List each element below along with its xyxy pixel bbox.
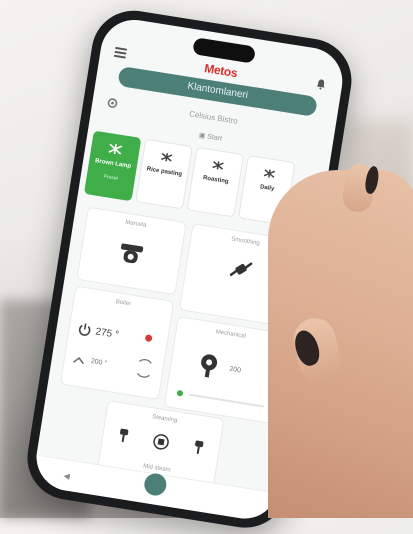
steam-nozzle-icon[interactable] (116, 427, 130, 445)
mode-sub: Preset (103, 173, 119, 182)
plug-icon (229, 262, 253, 277)
hand (268, 170, 413, 518)
mode-label: Daily (259, 184, 275, 193)
mode-label: Rice pasting (146, 166, 183, 178)
mode-sub (191, 187, 236, 194)
camera-label: Start (206, 133, 223, 143)
progress-track (188, 393, 265, 408)
pressure-gauge-icon (201, 354, 218, 378)
fan-icon (263, 169, 276, 178)
camera-icon (121, 243, 144, 264)
power-icon (78, 323, 91, 336)
tile-title: Marcela (124, 219, 147, 229)
stop-button-icon[interactable] (152, 433, 170, 451)
chevron-up-icon (73, 356, 84, 365)
boiler-target-temperature: 200 ° (90, 357, 108, 368)
tile-title: Boiler (115, 299, 132, 308)
status-indicator (176, 389, 184, 397)
mechanical-value: 200 (228, 365, 242, 375)
mode-card-roasting[interactable]: Roasting (186, 146, 245, 218)
mode-label: Roasting (202, 175, 229, 186)
mode-card-rice-pasting[interactable]: Rice pasting (135, 138, 193, 210)
refresh-icon (136, 359, 152, 378)
mode-label: Brown Lamp (94, 158, 132, 170)
fan-icon (212, 161, 224, 170)
mode-sub (140, 179, 185, 186)
bell-icon[interactable] (315, 78, 327, 90)
home-button[interactable] (142, 471, 168, 498)
tile-boiler[interactable]: Boiler 275 ° 200 ° (59, 285, 175, 400)
fan-icon (108, 143, 123, 155)
camera-icon: ▣ (198, 132, 206, 141)
mode-card-brown-lamp[interactable]: Brown Lamp Preset (83, 130, 142, 202)
back-icon[interactable]: ◀ (63, 471, 70, 481)
tile-marcela[interactable]: Marcela (76, 206, 187, 296)
fan-icon (160, 152, 173, 162)
steam-nozzle-icon[interactable] (191, 439, 205, 457)
boiler-temperature: 275 ° (94, 326, 120, 341)
alert-indicator (144, 334, 153, 343)
